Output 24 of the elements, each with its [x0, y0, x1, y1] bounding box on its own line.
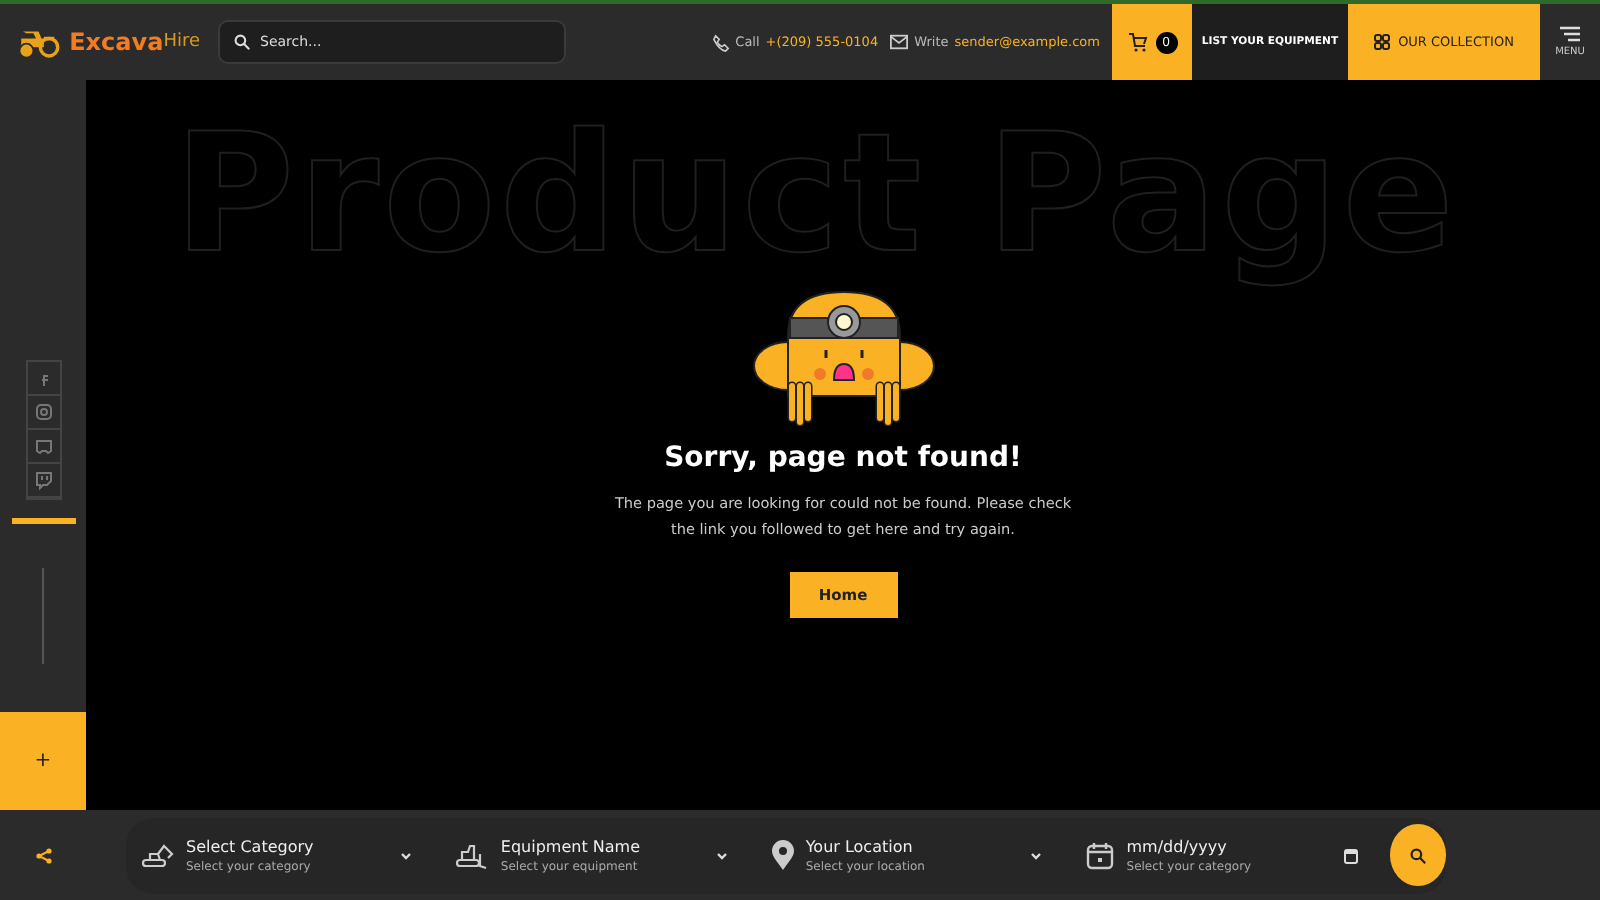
search-icon: [1409, 847, 1426, 863]
caret-icon: [400, 851, 413, 859]
excavator-icon: [142, 841, 174, 869]
mail-icon: [890, 34, 909, 50]
location-pin-icon: [771, 840, 794, 870]
search-icon: [234, 34, 250, 50]
logo-subtext: Hire: [163, 32, 200, 52]
social-icon[interactable]: [31, 468, 55, 492]
caret-icon: [1030, 851, 1043, 859]
cart-icon: [1127, 32, 1147, 52]
menu-icon: [1560, 26, 1580, 42]
search-button[interactable]: [1389, 824, 1446, 886]
calendar-icon: [1343, 847, 1358, 863]
social-icon[interactable]: [31, 434, 55, 458]
bulldozer-icon: [456, 841, 489, 869]
calendar-icon: [1086, 841, 1115, 869]
phone-icon: [711, 33, 730, 51]
grid-icon: [1374, 34, 1391, 50]
error-title: Sorry, page not found!: [664, 442, 1022, 474]
logo-text: Excava: [69, 28, 164, 56]
social-icon[interactable]: [31, 400, 55, 424]
caret-icon: [715, 851, 728, 859]
share-icon[interactable]: [35, 847, 51, 863]
plus-button[interactable]: +: [0, 712, 86, 810]
